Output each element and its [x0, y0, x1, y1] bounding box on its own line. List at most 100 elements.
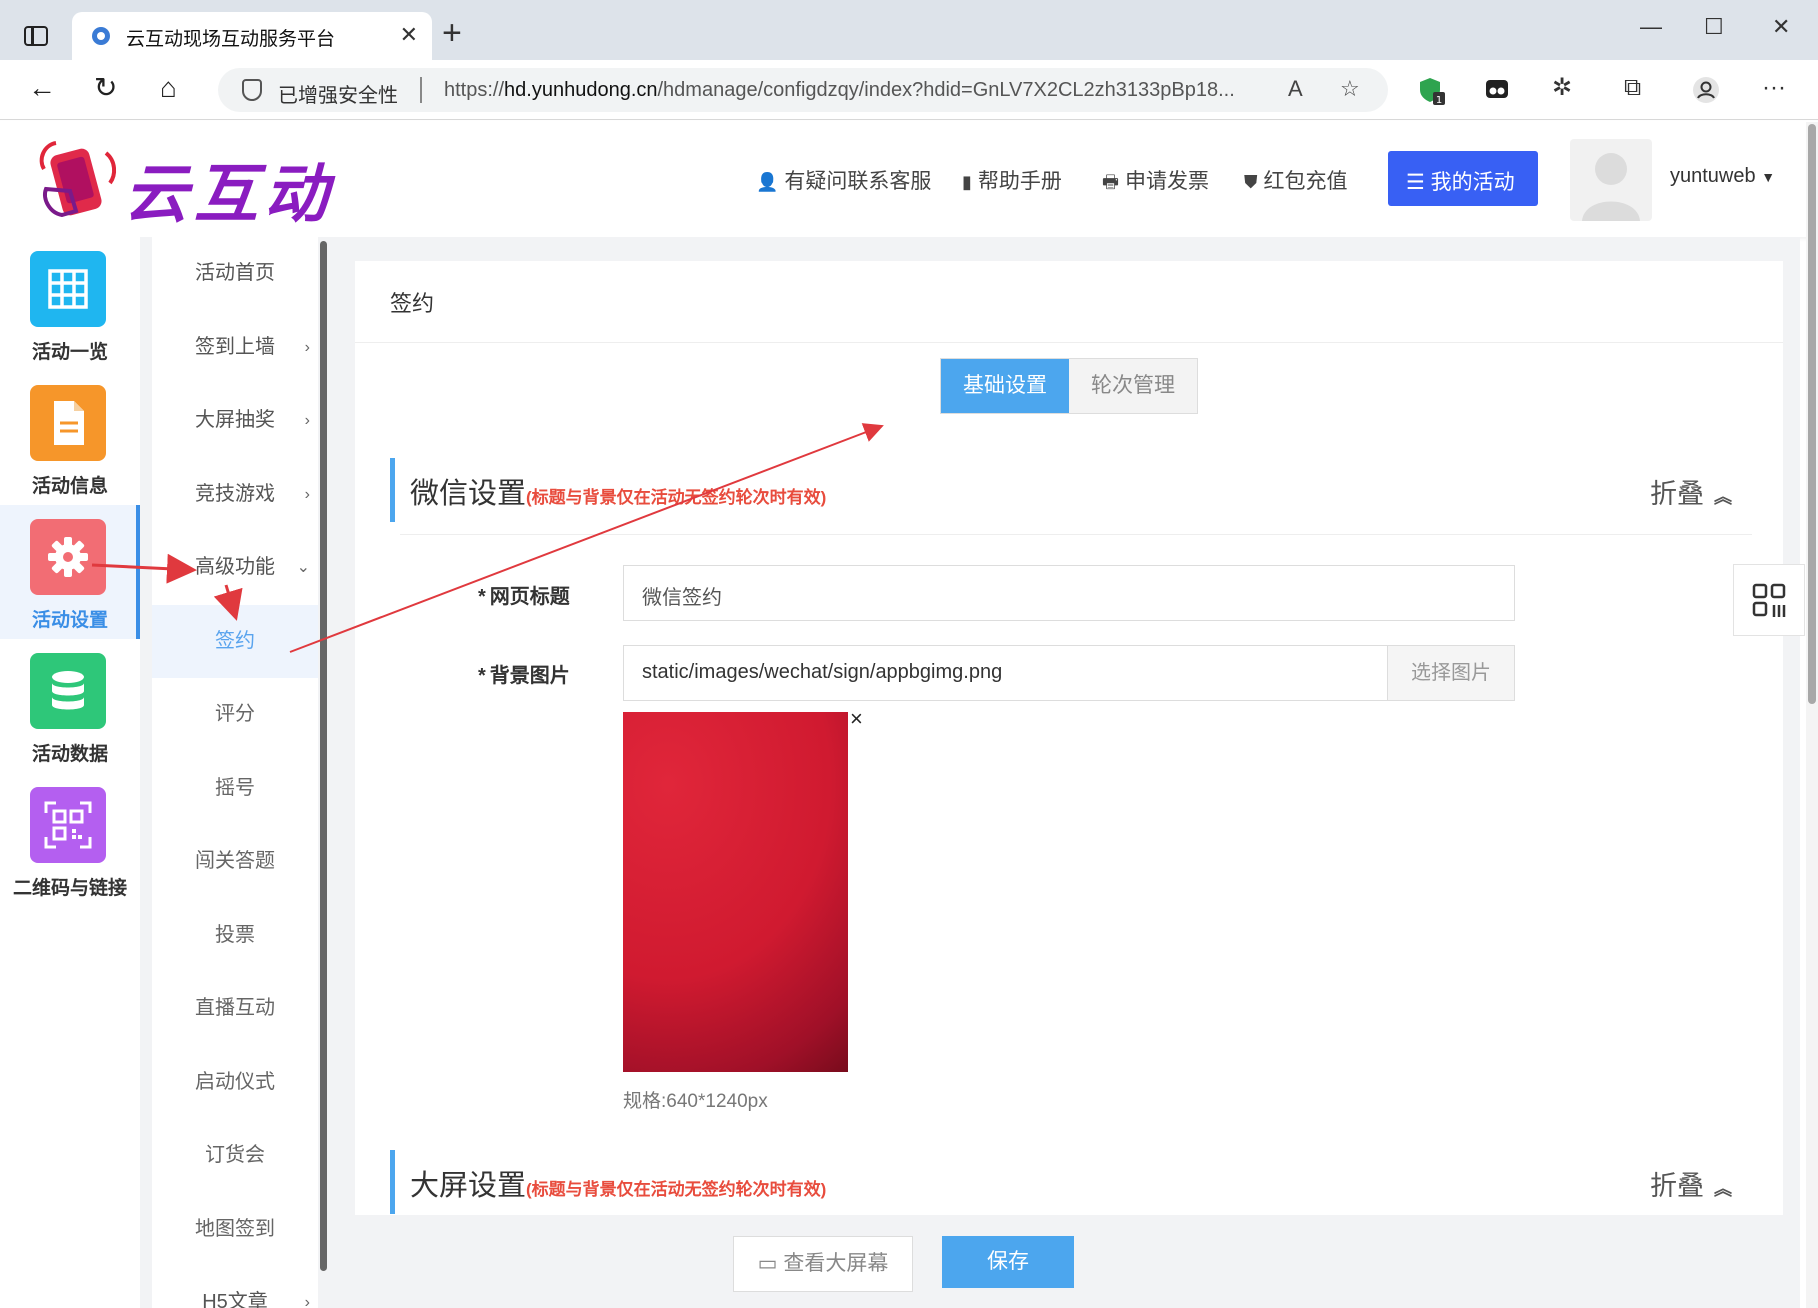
avatar[interactable] — [1570, 139, 1652, 221]
submenu-item[interactable]: 竞技游戏 › — [152, 458, 318, 532]
new-tab-button[interactable]: + — [442, 16, 462, 50]
submenu-item-label: 闯关答题 — [195, 850, 275, 872]
qrcode-icon — [1752, 583, 1786, 617]
rail-item-activity-data[interactable]: 活动数据 — [0, 639, 140, 773]
caret-down-icon: ▼ — [1761, 169, 1776, 185]
document-icon — [30, 385, 106, 461]
security-label[interactable]: 已增强安全性 — [278, 79, 398, 108]
chevron-icon: › — [304, 338, 310, 356]
browser-tab-bar: 云互动现场互动服务平台 ✕ + — ☐ ✕ — [0, 0, 1818, 60]
list-icon: ☰ — [1406, 171, 1431, 194]
rail-item-qrcode-links[interactable]: 二维码与链接 — [0, 773, 140, 907]
maximize-icon[interactable]: ☐ — [1704, 14, 1724, 40]
choose-image-button[interactable]: 选择图片 — [1387, 645, 1515, 701]
invoice-link[interactable]: 🖶 申请发票 — [1102, 165, 1209, 200]
submenu-item-label: 评分 — [215, 703, 255, 725]
gear-icon — [30, 519, 106, 595]
submenu-item[interactable]: 直播互动 — [152, 972, 318, 1046]
monitor-icon: ▭ — [757, 1252, 784, 1275]
browser-toolbar: ← ↻ ⌂ 已增强安全性 https://hd.yunhudong.cn/hdm… — [0, 60, 1818, 120]
page-title-input[interactable]: 微信签约 — [623, 565, 1515, 621]
submenu-item[interactable]: 地图签到 — [152, 1193, 318, 1267]
logo-text: 云互动 — [124, 158, 334, 230]
section-accent-bar — [390, 458, 395, 522]
submenu-item[interactable]: 活动首页 — [152, 237, 318, 311]
submenu-item-label: 投票 — [215, 923, 255, 946]
sub-menu-list: 活动首页 签到上墙 › 大屏抽奖 › 竞技游戏 › 高级功能 ⌄ 签约 评分 摇号 闯关答题 投票 直播互动… — [152, 237, 318, 1308]
submenu-item[interactable]: 评分 — [152, 678, 318, 752]
submenu-item[interactable]: H5文章 › — [152, 1266, 318, 1308]
tab-actions-icon[interactable] — [18, 22, 56, 52]
settings-tabs: 基础设置 轮次管理 — [940, 358, 1198, 414]
database-icon — [30, 653, 106, 729]
extensions-puzzle-icon[interactable]: ✲ — [1552, 76, 1572, 100]
divider — [420, 77, 422, 103]
submenu-item[interactable]: 投票 — [152, 899, 318, 973]
extension-shield-icon[interactable]: 1 — [1418, 76, 1446, 111]
wechat-section-title: 微信设置(标题与背景仅在活动无签约轮次时有效) — [410, 478, 827, 510]
profile-icon[interactable] — [1692, 76, 1720, 109]
submenu-item[interactable]: 闯关答题 — [152, 825, 318, 899]
submenu-item[interactable]: 订货会 — [152, 1119, 318, 1193]
tab-close-icon[interactable]: ✕ — [400, 22, 418, 48]
divider — [400, 534, 1752, 535]
submenu-item-label: 签到上墙 — [195, 335, 275, 358]
collections-icon[interactable]: ⧉ — [1624, 76, 1641, 100]
view-big-screen-button[interactable]: ▭ 查看大屏幕 — [733, 1236, 913, 1292]
section-note: (标题与背景仅在活动无签约轮次时有效) — [526, 1180, 827, 1199]
submenu-item[interactable]: 摇号 — [152, 752, 318, 826]
submenu-item-label: 签约 — [215, 629, 255, 652]
username-dropdown[interactable]: yuntuweb ▼ — [1670, 165, 1775, 188]
qrcode-icon — [30, 787, 106, 863]
submenu-item-label: 直播互动 — [195, 997, 275, 1019]
submenu-item-label: 摇号 — [215, 776, 255, 799]
minimize-icon[interactable]: — — [1640, 14, 1662, 40]
browser-tab[interactable]: 云互动现场互动服务平台 ✕ — [72, 12, 432, 60]
address-bar[interactable]: 已增强安全性 https://hd.yunhudong.cn/hdmanage/… — [218, 68, 1388, 112]
lock-icon[interactable] — [242, 79, 262, 101]
remove-image-icon[interactable]: × — [850, 706, 863, 732]
rail-item-activity-info[interactable]: 活动信息 — [0, 371, 140, 505]
help-manual-link[interactable]: ▮ 帮助手册 — [962, 165, 1062, 195]
rail-item-activity-settings[interactable]: 活动设置 — [0, 505, 140, 639]
submenu-scrollbar[interactable] — [320, 241, 327, 1271]
url-text[interactable]: https://hd.yunhudong.cn/hdmanage/configd… — [444, 79, 1235, 102]
submenu-item[interactable]: 签约 — [152, 604, 318, 678]
read-aloud-icon[interactable]: A — [1288, 76, 1303, 102]
support-link[interactable]: 👤 有疑问联系客服 — [756, 165, 931, 195]
page-scrollbar[interactable] — [1806, 122, 1818, 1308]
submenu-item-label: 高级功能 — [195, 556, 275, 578]
more-menu-icon[interactable]: ··· — [1762, 76, 1786, 100]
window-close-icon[interactable]: ✕ — [1772, 14, 1790, 40]
tab-round-management[interactable]: 轮次管理 — [1069, 359, 1197, 413]
background-image-input[interactable]: static/images/wechat/sign/appbgimg.png — [623, 645, 1389, 701]
submenu-item[interactable]: 签到上墙 › — [152, 311, 318, 385]
submenu-item[interactable]: 高级功能 ⌄ — [152, 531, 318, 605]
submenu-item-label: H5文章 — [202, 1291, 268, 1308]
extension-mask-icon[interactable] — [1484, 76, 1510, 107]
save-button[interactable]: 保存 — [942, 1236, 1074, 1288]
page-title: 签约 — [390, 291, 435, 316]
submenu-item[interactable]: 启动仪式 — [152, 1046, 318, 1120]
image-spec-hint: 规格:640*1240px — [623, 1091, 768, 1112]
screen-fold-toggle[interactable]: 折叠 ︽ — [1650, 1164, 1732, 1203]
sub-menu: 活动首页 签到上墙 › 大屏抽奖 › 竞技游戏 › 高级功能 ⌄ 签约 评分 摇号 闯关答题 投票 直播互动… — [140, 237, 330, 1308]
page-title-label: * 网页标题 — [478, 586, 570, 608]
app-header: 云互动 👤 有疑问联系客服 ▮ 帮助手册 🖶 申请发票 ⛊ 红包充值 ☰ 我的活动 yu… — [0, 121, 1818, 237]
floating-qrcode-button[interactable] — [1733, 564, 1805, 636]
rail-item-activity-list[interactable]: 活动一览 — [0, 237, 140, 371]
submenu-item-label: 大屏抽奖 — [195, 409, 275, 431]
shield-check-icon: ⛊ — [1244, 172, 1258, 192]
favorite-add-icon[interactable]: ☆ — [1340, 76, 1360, 102]
home-icon[interactable]: ⌂ — [160, 74, 177, 102]
red-packet-recharge-link[interactable]: ⛊ 红包充值 — [1244, 165, 1348, 195]
back-icon[interactable]: ← — [28, 74, 56, 102]
submenu-item[interactable]: 大屏抽奖 › — [152, 384, 318, 458]
submenu-item-label: 地图签到 — [195, 1217, 275, 1240]
wechat-fold-toggle[interactable]: 折叠 ︽ — [1650, 472, 1732, 511]
my-activity-button[interactable]: ☰ 我的活动 — [1388, 151, 1538, 206]
divider — [355, 342, 1783, 343]
tab-basic-settings[interactable]: 基础设置 — [941, 359, 1069, 413]
reload-icon[interactable]: ↻ — [94, 74, 117, 102]
printer-icon: 🖶 — [1102, 172, 1119, 192]
